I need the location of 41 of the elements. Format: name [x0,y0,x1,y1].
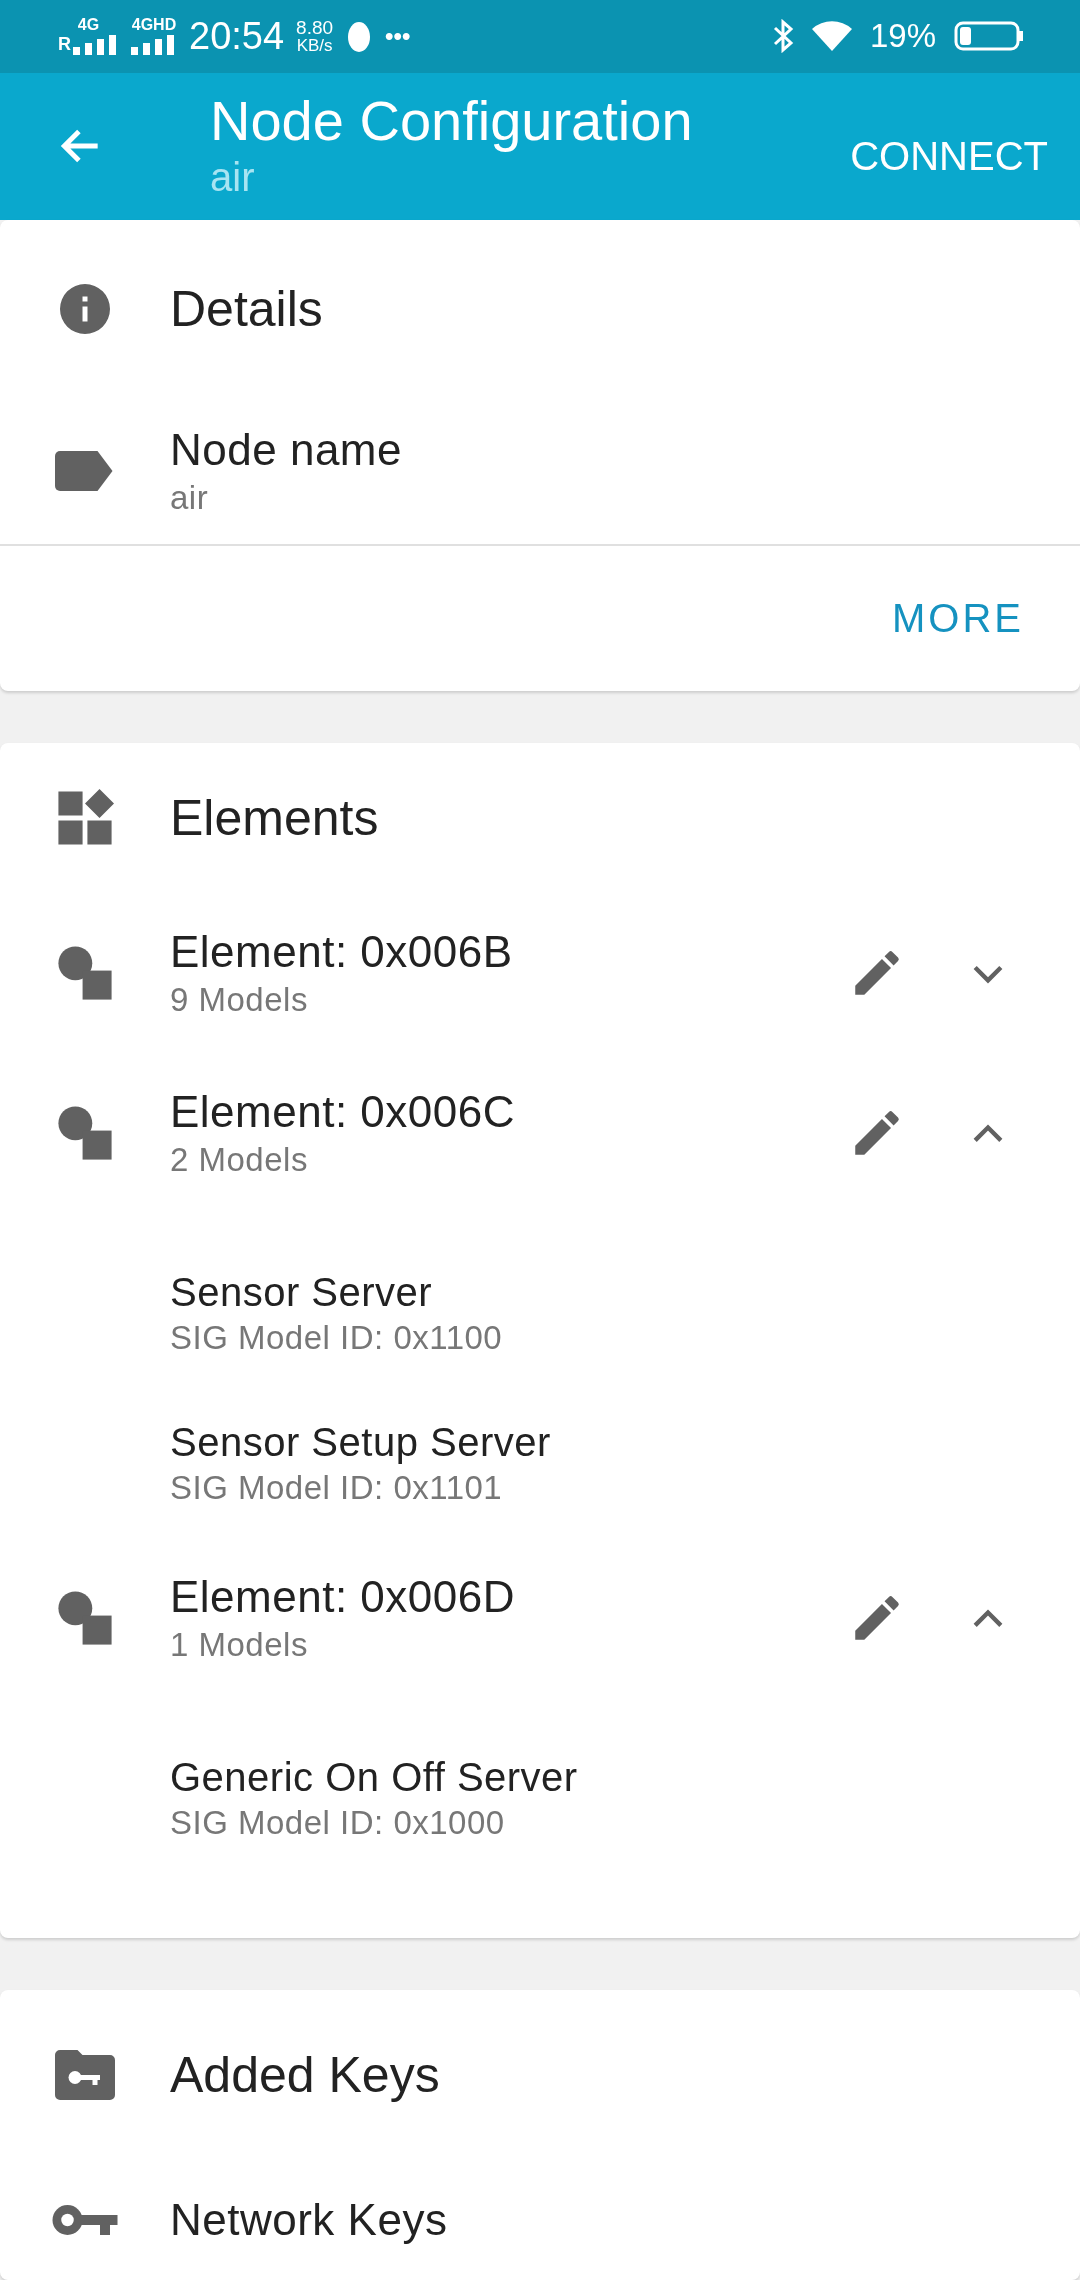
shapes-icon [56,1589,114,1647]
model-id: SIG Model ID: 0x1100 [170,1318,504,1357]
sim2-signal-icon [131,33,177,56]
battery-percent: 19% [869,17,936,56]
sim1-signal-icon [73,33,119,56]
more-button[interactable]: MORE [886,586,1030,651]
roaming-indicator: R [58,35,71,54]
model-name: Generic On Off Server [170,1754,579,1800]
model-id: SIG Model ID: 0x1000 [170,1803,506,1842]
speed-value: 8.80 [296,18,334,38]
screen-title: Node Configuration [210,88,694,154]
model-name: Sensor Setup Server [170,1419,552,1465]
detail-label: Node name [170,425,403,475]
element-name: Element: 0x006D [170,1572,517,1622]
model-count: 9 Models [170,981,309,1019]
element-name: Element: 0x006C [170,1087,517,1137]
speed-unit: KB/s [296,37,333,55]
model-name: Sensor Server [170,1269,434,1315]
section-title: Elements [170,789,379,847]
label-icon [55,451,115,491]
battery-icon [954,21,1024,52]
widgets-icon [56,789,114,847]
section-title: Details [170,280,323,338]
model-count: 2 Models [170,1141,309,1179]
screen-subtitle: air [210,155,256,201]
network-type: 4G [77,17,100,34]
connect-button[interactable]: CONNECT [844,123,1054,189]
network-type: 4GHD [131,17,177,34]
wifi-icon [811,21,852,52]
clock: 20:54 [189,14,285,58]
section-title: Added Keys [170,2046,440,2104]
shapes-icon [56,1104,114,1162]
key-folder-icon [54,2050,116,2100]
shapes-icon [56,944,114,1002]
model-id: SIG Model ID: 0x1101 [170,1468,504,1507]
more-notifications: ••• [385,24,411,49]
key-type: Network Keys [170,2195,448,2245]
model-count: 1 Models [170,1626,309,1664]
element-name: Element: 0x006B [170,927,514,977]
detail-value: air [170,479,210,517]
bluetooth-icon [771,19,794,54]
